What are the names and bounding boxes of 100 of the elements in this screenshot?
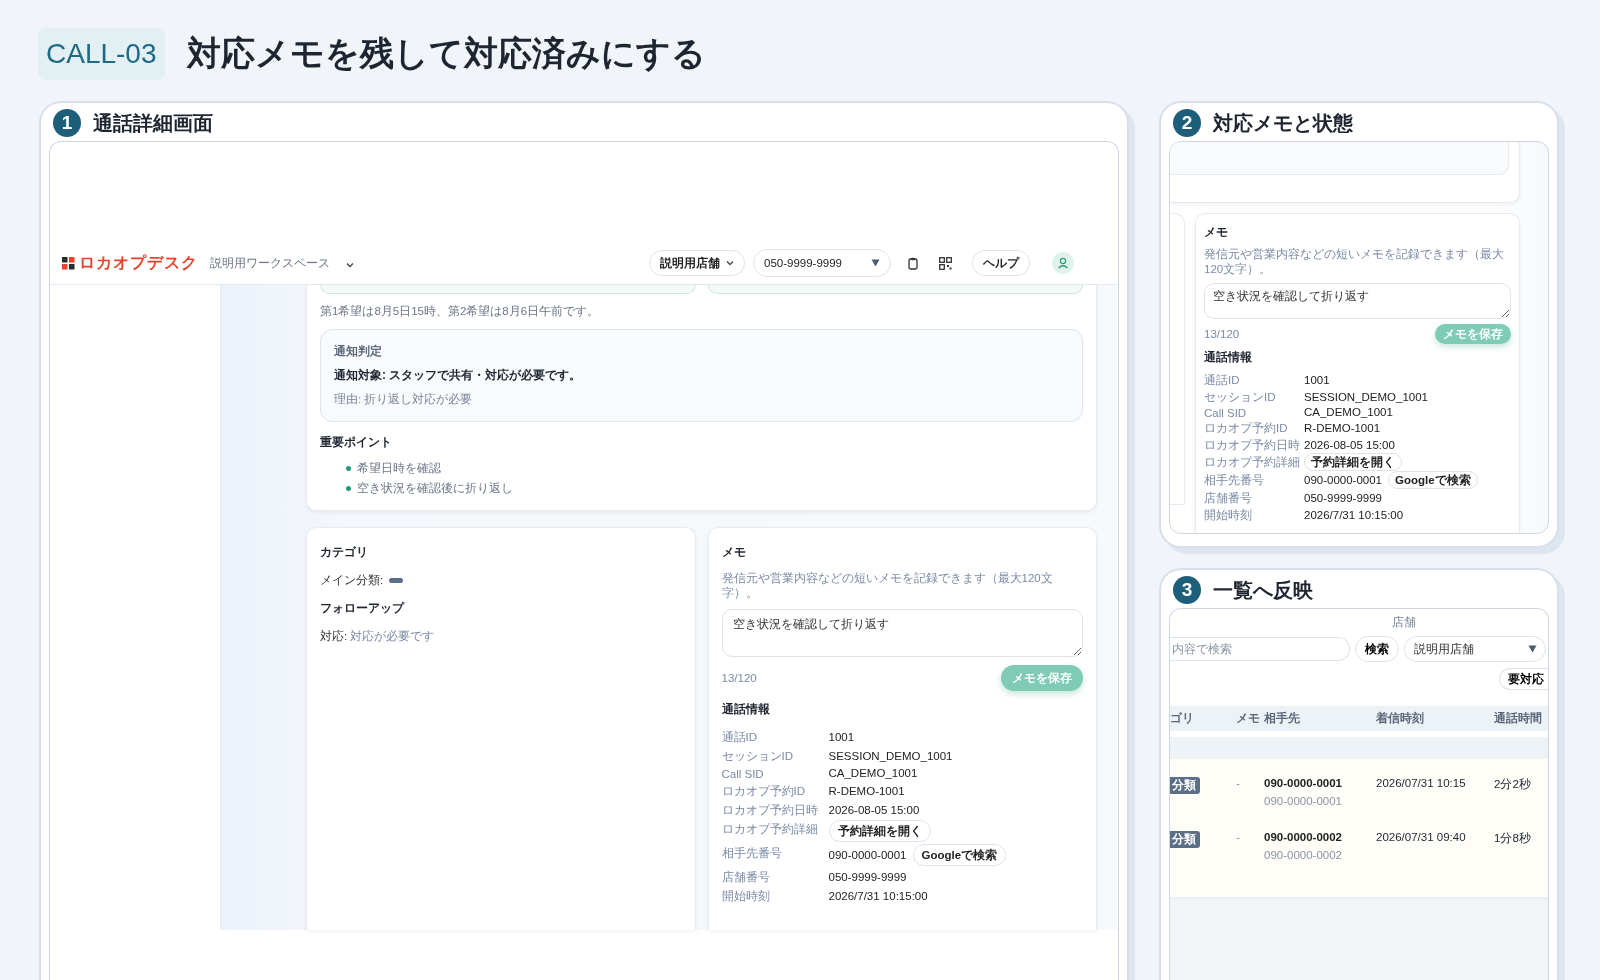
- memo-field[interactable]: 空き状況を確認して折り返す: [1204, 283, 1511, 319]
- table-cell-text: 1分8秒: [1494, 831, 1532, 846]
- step-number: 3: [1173, 576, 1201, 604]
- info-label: ロカオプ予約ID: [721, 784, 806, 799]
- logo-icon: [62, 256, 75, 270]
- info-value: 1001: [828, 730, 855, 743]
- table-cell-text: -: [1235, 831, 1241, 843]
- info-label: セッションID: [1204, 390, 1277, 405]
- category-tag: 分類: [1170, 831, 1200, 848]
- info-label: 相手先番号: [1204, 473, 1265, 488]
- workspace-name[interactable]: 説明用ワークスペース: [210, 255, 330, 271]
- info-label: 店舗番号: [1204, 491, 1253, 506]
- info-button[interactable]: 予約詳細を開く: [1304, 453, 1402, 471]
- followup-status: 対応: 対応が必要です: [320, 629, 436, 644]
- notification-text: 通知対象: スタッフで共有・対応が必要です。: [334, 367, 583, 384]
- column-header: 相手先: [1264, 711, 1301, 726]
- notification-reason: 理由: 折り返し対応が必要: [334, 392, 474, 407]
- category-label: メイン分類:: [320, 573, 384, 588]
- info-value: 2026/7/31 10:15:00: [828, 889, 928, 902]
- info-label: ロカオプ予約詳細: [1204, 455, 1301, 470]
- bullet-icon: [346, 486, 351, 491]
- caller-subtext: 090-0000-0002: [1264, 849, 1343, 861]
- panel-title: 通話詳細画面: [93, 110, 213, 136]
- memo-heading: メモ: [721, 544, 747, 561]
- summary-note: 第1希望は8月5日15時、第2希望は8月6日午前です。: [320, 304, 601, 319]
- followup-heading: フォローアップ: [320, 600, 406, 617]
- empty-tag: [389, 578, 404, 583]
- chevron-icon: [726, 260, 734, 266]
- character-count: 13/120: [721, 672, 757, 684]
- info-label: セッションID: [721, 749, 794, 764]
- column-header: メモ: [1235, 711, 1261, 726]
- info-label: Call SID: [721, 767, 765, 780]
- panel-title: 一覧へ反映: [1213, 577, 1313, 603]
- memo-hint: 発信元や営業内容などの短いメモを記録できます（最大120文字）。: [1204, 247, 1505, 277]
- table-row[interactable]: 分類 - 090-0000-0001 090-0000-0001 2026/07/31 10:15 2分2秒: [1170, 769, 1548, 823]
- key-point: 希望日時を確認: [357, 461, 441, 476]
- dropdown-triangle-icon: [871, 259, 880, 267]
- info-value: 1001: [1304, 373, 1330, 386]
- panel-title: 対応メモと状態: [1213, 110, 1353, 136]
- info-value: 2026-08-05 15:00: [828, 803, 920, 816]
- info-label: ロカオプ予約ID: [1204, 421, 1289, 436]
- help-button[interactable]: ヘルプ: [972, 250, 1030, 276]
- info-label: ロカオプ予約日時: [1204, 438, 1301, 453]
- info-value: R-DEMO-1001: [828, 784, 905, 797]
- info-value: 090-0000-0001: [1304, 474, 1382, 486]
- info-value: SESSION_DEMO_1001: [828, 749, 953, 762]
- step-number: 1: [53, 109, 81, 137]
- info-label: 通話ID: [1204, 373, 1241, 388]
- key-points-heading: 重要ポイント: [320, 434, 393, 451]
- info-label: 相手先番号: [721, 846, 783, 861]
- info-value: 050-9999-9999: [1304, 491, 1382, 504]
- info-label: 店舗番号: [721, 870, 771, 885]
- info-label: Call SID: [1204, 406, 1248, 419]
- info-value: 050-9999-9999: [828, 870, 907, 883]
- memo-heading: メモ: [1204, 224, 1229, 241]
- info-value: R-DEMO-1001: [1304, 421, 1381, 434]
- caller-number: 090-0000-0002: [1264, 831, 1343, 843]
- app-logo[interactable]: ロカオプデスク: [79, 252, 198, 274]
- call-info-heading: 通話情報: [721, 701, 771, 718]
- phone-select[interactable]: 050-9999-9999: [753, 249, 891, 277]
- info-value: 2026/7/31 10:15:00: [1304, 508, 1404, 521]
- qr-code-icon[interactable]: [939, 256, 952, 270]
- chevron-icon: [346, 262, 354, 268]
- info-value: CA_DEMO_1001: [1304, 406, 1393, 418]
- store-label: 店舗: [1392, 615, 1417, 630]
- info-button[interactable]: 予約詳細を開く: [828, 820, 931, 842]
- step-badge: CALL-03: [38, 28, 165, 80]
- table-row[interactable]: 分類 - 090-0000-0002 090-0000-0002 2026/07/31 09:40 1分8秒: [1170, 823, 1548, 877]
- info-value: CA_DEMO_1001: [828, 767, 918, 779]
- info-button[interactable]: Googleで検索: [912, 844, 1007, 866]
- category-heading: カテゴリ: [320, 544, 369, 561]
- info-label: 開始時刻: [721, 889, 771, 904]
- info-value: 090-0000-0001: [828, 849, 907, 861]
- info-label: 通話ID: [721, 730, 758, 745]
- step-number: 2: [1173, 109, 1201, 137]
- memo-hint: 発信元や営業内容などの短いメモを記録できます（最大120文字）。: [721, 571, 1054, 601]
- bullet-icon: [346, 466, 351, 471]
- dropdown-triangle-icon: [1528, 645, 1537, 653]
- store-button[interactable]: 説明用店舗: [649, 250, 745, 276]
- info-label: ロカオプ予約日時: [721, 803, 819, 818]
- caller-number: 090-0000-0001: [1264, 777, 1343, 789]
- caller-subtext: 090-0000-0001: [1264, 795, 1343, 807]
- category-tag: 分類: [1170, 777, 1200, 794]
- column-header: 通話時間: [1494, 711, 1543, 726]
- info-label: 開始時刻: [1204, 508, 1253, 523]
- filter-button[interactable]: 要対応: [1499, 668, 1548, 690]
- character-count: 13/120: [1204, 328, 1240, 340]
- info-value: SESSION_DEMO_1001: [1304, 390, 1428, 403]
- page-title: 対応メモを残して対応済みにする: [186, 33, 706, 74]
- search-field[interactable]: 内容で検索: [1170, 637, 1350, 661]
- clipboard-icon[interactable]: [907, 256, 919, 270]
- avatar-icon[interactable]: [1052, 252, 1074, 274]
- search-button[interactable]: 検索: [1355, 636, 1399, 662]
- info-button[interactable]: Googleで検索: [1388, 471, 1478, 489]
- table-cell-text: 2026/07/31 10:15: [1376, 777, 1467, 789]
- table-cell-text: 2026/07/31 09:40: [1376, 831, 1467, 843]
- column-header: 着信時刻: [1376, 711, 1425, 726]
- memo-field[interactable]: 空き状況を確認して折り返す: [721, 609, 1083, 657]
- info-value: 2026-08-05 15:00: [1304, 438, 1395, 451]
- info-label: ロカオプ予約詳細: [721, 822, 819, 837]
